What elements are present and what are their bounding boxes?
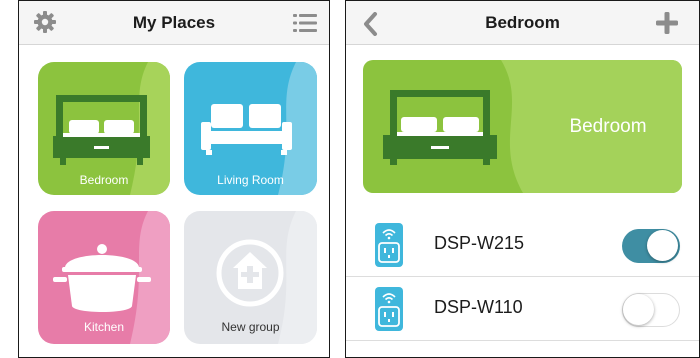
tile-label: Bedroom xyxy=(79,173,129,187)
smart-plug-icon xyxy=(375,287,403,331)
device-row-dsp-w110[interactable]: DSP-W110 xyxy=(346,277,699,341)
banner-label: Bedroom xyxy=(569,116,647,137)
tile-label: Kitchen xyxy=(83,320,125,334)
room-banner: Bedroom xyxy=(363,60,682,193)
bedroom-screen: Bedroom Bedroom DSP-W215 DSP-W110 xyxy=(345,0,700,358)
page-title: Bedroom xyxy=(485,13,560,32)
toggle-knob xyxy=(647,230,678,261)
divider xyxy=(346,340,699,341)
power-toggle[interactable] xyxy=(622,293,680,327)
tile-label: Living Room xyxy=(217,173,284,187)
power-toggle[interactable] xyxy=(622,229,680,263)
new-group-tile[interactable]: New group xyxy=(184,211,317,344)
navigation-bar: Bedroom xyxy=(346,1,699,45)
page-title: My Places xyxy=(132,13,216,32)
tile-label: New group xyxy=(221,320,280,334)
device-name: DSP-W215 xyxy=(434,233,525,253)
place-tile-kitchen[interactable]: Kitchen xyxy=(38,211,170,344)
place-tile-living-room[interactable]: Living Room xyxy=(184,62,317,195)
place-tile-bedroom[interactable]: Bedroom xyxy=(38,62,170,195)
navigation-bar: My Places xyxy=(19,1,329,45)
device-row-dsp-w215[interactable]: DSP-W215 xyxy=(346,213,699,277)
device-name: DSP-W110 xyxy=(434,297,523,317)
toggle-knob xyxy=(623,294,654,325)
smart-plug-icon xyxy=(375,223,403,267)
my-places-screen: My Places Bedroom Living Room Kitchen Ne… xyxy=(18,0,330,358)
list-icon[interactable] xyxy=(293,13,317,33)
plus-icon[interactable] xyxy=(656,12,678,34)
